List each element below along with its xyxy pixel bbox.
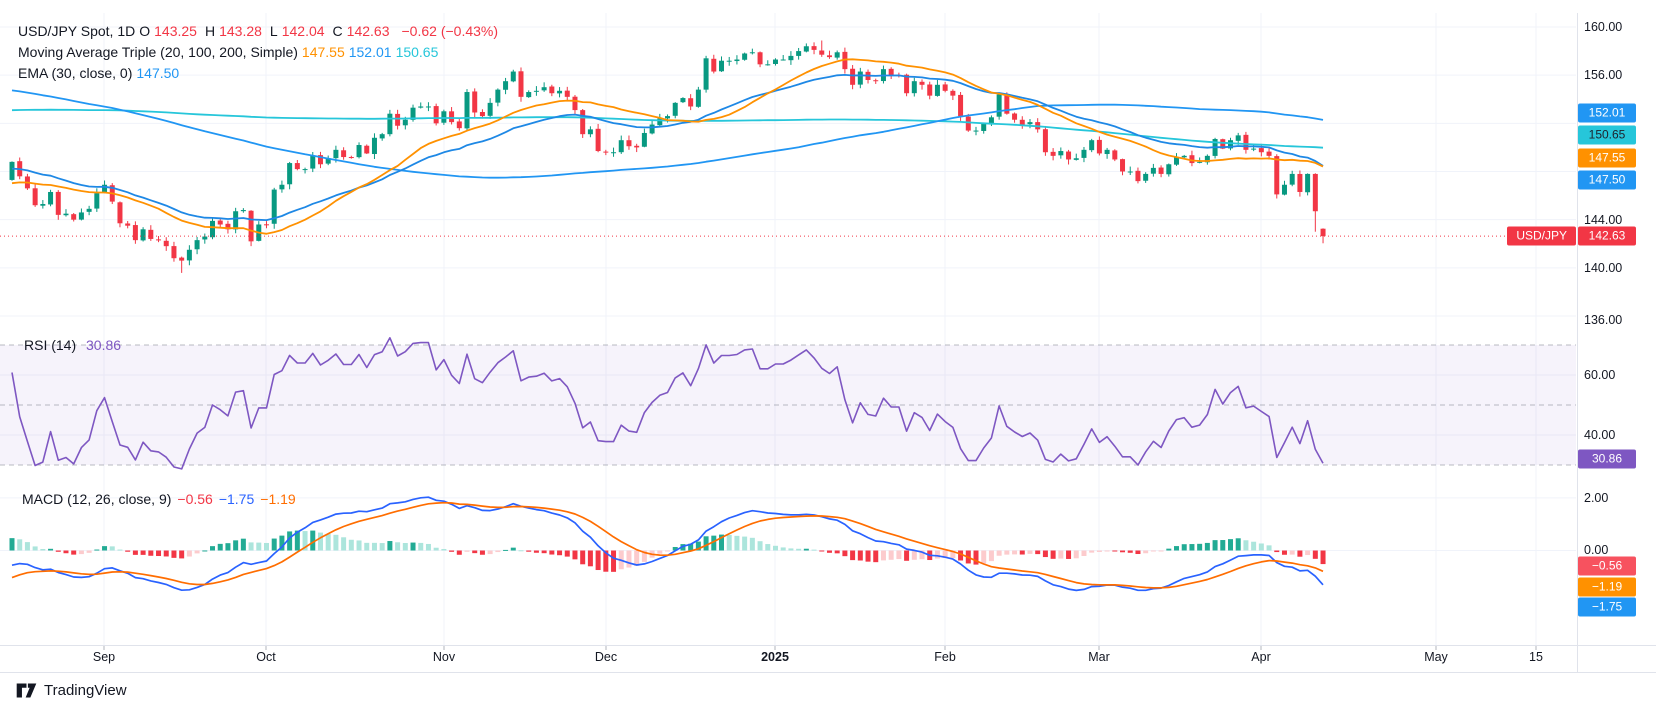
- axis-price-label: 60.00: [1584, 368, 1616, 382]
- time-axis-label: Feb: [934, 650, 956, 664]
- ema-legend-row[interactable]: EMA (30, close, 0) 147.50: [18, 65, 183, 81]
- macd-values: −0.56 −1.75 −1.19: [177, 491, 301, 507]
- time-axis-label: Mar: [1088, 650, 1110, 664]
- axis-price-badge: −1.75: [1578, 597, 1636, 617]
- macd-value: −1.75: [218, 491, 255, 507]
- time-axis-label: Sep: [92, 650, 116, 664]
- time-axis-label: May: [1424, 650, 1448, 664]
- tradingview-attribution[interactable]: TradingView: [16, 682, 127, 699]
- axis-price-badge: 147.55: [1578, 148, 1636, 168]
- time-axis-label: 15: [1529, 650, 1543, 664]
- ohlc-values: O 143.25 H 143.28 L 142.04 C 142.63: [139, 23, 397, 39]
- axis-price-label: 136.00: [1584, 313, 1623, 327]
- axis-price-badge: 147.50: [1578, 170, 1636, 190]
- axis-price-badge: 152.01: [1578, 103, 1636, 123]
- ma-value: 150.65: [395, 44, 439, 60]
- time-axis-label: Dec: [594, 650, 618, 664]
- time-axis-label: 2025: [761, 650, 789, 664]
- axis-price-label: 0.00: [1584, 543, 1609, 557]
- symbol-title: USD/JPY Spot, 1D: [18, 23, 136, 39]
- ma-value: 152.01: [348, 44, 392, 60]
- axis-price-badge: 142.63: [1578, 226, 1636, 246]
- tradingview-logo-icon: [16, 683, 37, 698]
- time-axis-label: Oct: [256, 650, 276, 664]
- last-price-symbol-badge: USD/JPY: [1507, 226, 1576, 246]
- time-axis-label: Nov: [432, 650, 456, 664]
- rsi-label: RSI (14): [24, 337, 77, 353]
- symbol-legend-row[interactable]: USD/JPY Spot, 1D O 143.25 H 143.28 L 142.04 C 14…: [18, 23, 502, 39]
- ma-triple-values: 147.55 152.01 150.65: [302, 44, 442, 60]
- ma-triple-legend-row[interactable]: Moving Average Triple (20, 100, 200, Sim…: [18, 44, 446, 60]
- axis-price-label: 160.00: [1584, 20, 1623, 34]
- axis-price-badge: 30.86: [1578, 449, 1636, 469]
- time-scale-border-top: [0, 645, 1656, 646]
- axis-price-label: 144.00: [1584, 213, 1623, 227]
- axis-price-badge: 150.65: [1578, 125, 1636, 145]
- ohlc-item: O 143.25: [139, 23, 197, 39]
- macd-label: MACD (12, 26, close, 9): [22, 491, 172, 507]
- time-scale-border-bottom: [0, 672, 1656, 673]
- price-chart-canvas[interactable]: [0, 0, 1656, 718]
- axis-price-label: 156.00: [1584, 68, 1623, 82]
- rsi-value: 30.86: [86, 337, 122, 353]
- axis-price-label: 2.00: [1584, 491, 1609, 505]
- tradingview-brand-text: TradingView: [44, 682, 127, 699]
- axis-price-badge: −1.19: [1578, 577, 1636, 597]
- ma-triple-label: Moving Average Triple (20, 100, 200, Sim…: [18, 44, 298, 60]
- macd-value: −1.19: [260, 491, 296, 507]
- axis-price-label: 40.00: [1584, 428, 1616, 442]
- chart-root: USD/JPY Spot, 1D O 143.25 H 143.28 L 142.04 C 14…: [0, 0, 1656, 718]
- time-axis-label: Apr: [1251, 650, 1271, 664]
- axis-price-label: 140.00: [1584, 261, 1623, 275]
- axis-price-badge: −0.56: [1578, 556, 1636, 576]
- ohlc-item: L 142.04: [269, 23, 325, 39]
- ema-value: 147.50: [136, 65, 180, 81]
- macd-value: −0.56: [177, 491, 213, 507]
- ohlc-item: H 143.28: [204, 23, 262, 39]
- macd-legend-row[interactable]: MACD (12, 26, close, 9) −0.56 −1.75 −1.19: [22, 491, 302, 507]
- ma-value: 147.55: [301, 44, 345, 60]
- ema-label: EMA (30, close, 0): [18, 65, 133, 81]
- ohlc-item: C 142.63: [332, 23, 390, 39]
- rsi-legend-row[interactable]: RSI (14) 30.86: [24, 337, 121, 353]
- change-value: −0.62 (−0.43%): [401, 23, 499, 39]
